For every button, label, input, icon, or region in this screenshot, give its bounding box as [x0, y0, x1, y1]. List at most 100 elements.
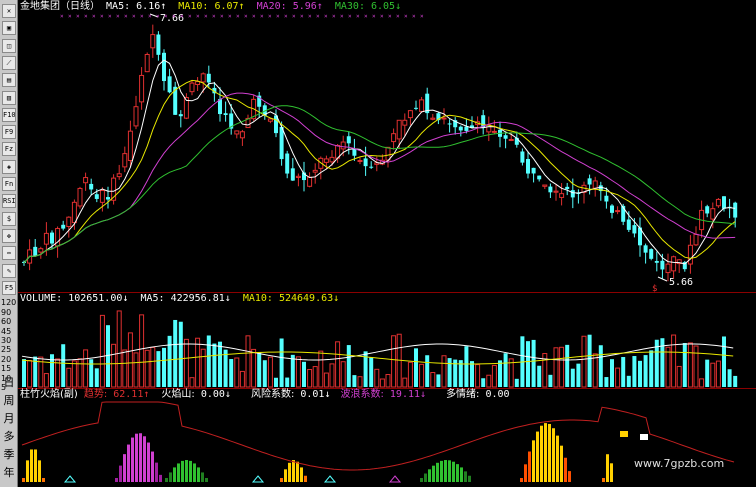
volume-bar [419, 363, 425, 388]
header-tick-mark: × [300, 13, 304, 20]
volume-bar [693, 345, 699, 388]
candle-body [239, 131, 245, 139]
volume-bar [391, 335, 397, 388]
fire-bar [30, 449, 33, 482]
header-tick-mark: × [140, 13, 144, 20]
candle-body [385, 146, 391, 161]
bull-bar [424, 473, 427, 482]
volume-bar [61, 344, 66, 387]
fire-bar [520, 478, 523, 482]
volume-bar [710, 362, 716, 388]
volume-bar [295, 356, 301, 388]
indicator-bars [22, 423, 648, 483]
wave-bar [147, 442, 150, 482]
bull-bar [173, 467, 176, 482]
signal-marker [251, 475, 265, 483]
candle-body [295, 175, 301, 178]
candle-body [234, 130, 240, 135]
volume-bar [127, 332, 133, 388]
candlesticks [22, 24, 738, 282]
header-tick-mark: × [292, 13, 296, 20]
header-tick-mark: × [268, 13, 272, 20]
fire-bar [292, 460, 295, 482]
volume-bar [491, 364, 497, 388]
volume-bar [267, 356, 273, 388]
volume-bar [699, 378, 705, 388]
candle-body [290, 168, 295, 181]
volume-bar [369, 357, 374, 387]
bull-bar [193, 463, 196, 482]
volume-bar [329, 363, 335, 388]
volume-bar [323, 372, 329, 388]
fire-bar [568, 471, 571, 482]
bull-bar [201, 472, 204, 482]
volume-bar [206, 335, 211, 387]
bull-bar [205, 478, 208, 482]
bull-bar [432, 465, 435, 482]
volume-bar [553, 347, 559, 388]
header-tick-mark: × [228, 13, 232, 20]
volume-bar [150, 346, 156, 388]
volume-bar [374, 368, 380, 388]
volume-bar [144, 349, 150, 388]
volume-bar [643, 355, 648, 387]
candle-body [38, 248, 44, 253]
candle-body [553, 190, 559, 193]
candle-body [414, 107, 418, 109]
volume-bar [470, 361, 474, 387]
volume-bar [576, 363, 581, 387]
header-tick-mark: × [108, 13, 112, 20]
candle-body [643, 245, 648, 253]
bull-bar [444, 460, 447, 482]
volume-bar [682, 343, 687, 387]
fire-bar [560, 445, 563, 482]
volume-bar [167, 335, 172, 387]
volume-bar [632, 356, 637, 387]
fire-bar [304, 475, 307, 482]
header-tick-mark: × [60, 13, 64, 20]
candle-body [189, 82, 195, 93]
volume-bar [475, 364, 481, 388]
volume-bar [610, 359, 614, 387]
candle-body [722, 196, 726, 209]
fire-bar [610, 463, 613, 482]
candle-body [592, 180, 598, 189]
header-tick-mark: × [244, 13, 248, 20]
candle-body [71, 201, 77, 224]
bull-bar [436, 462, 439, 482]
fire-bar [548, 423, 551, 482]
header-tick-mark: × [308, 13, 312, 20]
volume-bar [559, 346, 565, 388]
volume-bar [83, 349, 89, 388]
volume-bar [335, 341, 341, 388]
volume-bar [229, 359, 234, 387]
fire-bar [22, 478, 25, 482]
fire-bar [528, 451, 531, 482]
volume-bar [430, 372, 436, 388]
header-tick-mark: × [204, 13, 208, 20]
bull-bar [420, 478, 423, 482]
bull-bar [452, 461, 455, 482]
volume-bar [481, 378, 486, 387]
candle-body [178, 114, 183, 117]
header-tick-mark: × [196, 13, 200, 20]
candle-body [407, 110, 413, 119]
volume-bar [447, 358, 452, 387]
candle-body [83, 177, 89, 184]
volume-bar [531, 339, 536, 387]
candle-body [419, 99, 425, 112]
volume-bar [671, 334, 677, 388]
price-chart-canvas: 7.66 5.66 $ × × × × × × × × × × × × × × × × × × × × × × × × × × × ×… [21, 13, 738, 483]
volume-bar [407, 361, 413, 388]
candle-body [61, 224, 66, 229]
candle-body [587, 178, 592, 185]
header-tick-mark: × [180, 13, 184, 20]
header-tick-mark: × [316, 13, 320, 20]
candle-body [705, 206, 710, 214]
header-tick-mark: × [148, 13, 152, 20]
volume-bar [503, 353, 508, 387]
volume-bar [498, 360, 502, 387]
bull-bar [189, 460, 192, 482]
candle-body [33, 246, 38, 256]
bull-bar [197, 467, 200, 482]
